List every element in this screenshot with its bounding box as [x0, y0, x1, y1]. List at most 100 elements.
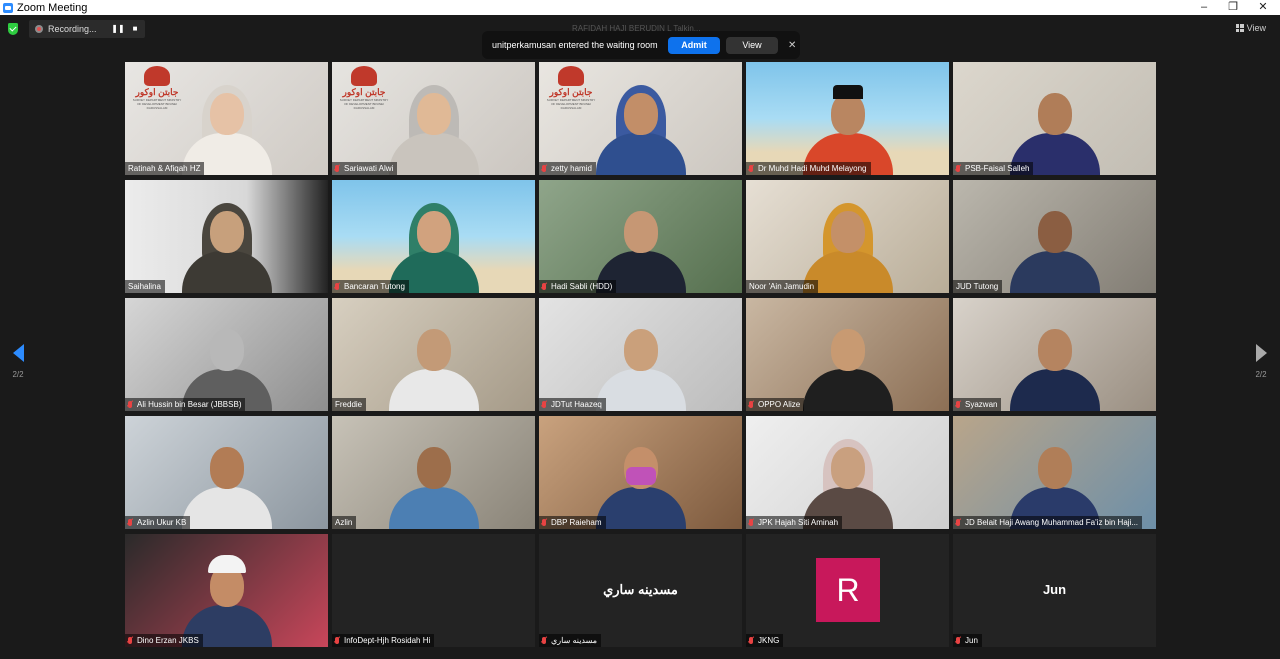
page-indicator-left: 2/2 — [12, 370, 24, 379]
participant-name-label: Hadi Sabli (HDD) — [539, 280, 617, 293]
participant-name: JKNG — [758, 636, 780, 645]
participant-name: Sariawati Alwi — [344, 164, 394, 173]
muted-mic-icon — [956, 637, 960, 644]
participant-tile[interactable]: Hadi Sabli (HDD) — [539, 180, 742, 293]
participant-tile[interactable]: جابتن اوكور SURVEY DEPARTMENT MINISTRY OF… — [125, 62, 328, 175]
department-logo: جابتن اوكور SURVEY DEPARTMENT MINISTRY OF… — [338, 66, 390, 118]
participant-name-label: Dino Erzan JKBS — [125, 634, 203, 647]
participant-name: Ali Hussin bin Besar (JBBSB) — [137, 400, 242, 409]
participant-silhouette — [802, 429, 893, 529]
participant-tile[interactable]: Ali Hussin bin Besar (JBBSB) — [125, 298, 328, 411]
participant-name: Freddie — [335, 400, 363, 409]
muted-mic-icon — [749, 401, 753, 408]
participant-silhouette — [802, 311, 893, 411]
participant-name-label: Freddie — [332, 398, 367, 411]
crest-icon — [144, 66, 170, 86]
muted-mic-icon — [335, 637, 339, 644]
participant-silhouette — [388, 193, 479, 293]
recording-label: Recording... — [48, 24, 97, 34]
next-page-button[interactable]: 2/2 — [1251, 344, 1271, 379]
participant-name: Dr Muhd Hadi Muhd Melayong — [758, 164, 867, 173]
participant-silhouette — [181, 75, 272, 175]
participant-name-label: JKNG — [746, 634, 784, 647]
participant-name: Hadi Sabli (HDD) — [551, 282, 613, 291]
participant-tile[interactable]: Saihalina — [125, 180, 328, 293]
participant-name: PSB-Faisal Salleh — [965, 164, 1030, 173]
participant-name-label: JDTut Haazeq — [539, 398, 606, 411]
muted-mic-icon — [956, 519, 960, 526]
participant-name: JPK Hajah Siti Aminah — [758, 518, 839, 527]
participant-tile[interactable]: InfoDept-Hjh Rosidah Hi — [332, 534, 535, 647]
participant-name: Azlin — [335, 518, 353, 527]
participant-name: OPPO Alize — [758, 400, 801, 409]
participant-name: Bancaran Tutong — [344, 282, 405, 291]
participant-name-label: مسدينه ساري — [539, 634, 602, 647]
participant-tile[interactable]: مسدينه ساري مسدينه ساري — [539, 534, 742, 647]
participant-tile[interactable]: Dr Muhd Hadi Muhd Melayong — [746, 62, 949, 175]
participant-tile[interactable]: Freddie — [332, 298, 535, 411]
crest-icon — [351, 66, 377, 86]
view-waiting-room-button[interactable]: View — [726, 36, 778, 54]
participant-silhouette — [595, 311, 686, 411]
muted-mic-icon — [542, 283, 546, 290]
participant-tile[interactable]: Syazwan — [953, 298, 1156, 411]
admit-button[interactable]: Admit — [668, 36, 720, 54]
participant-tile[interactable]: Jun Jun — [953, 534, 1156, 647]
participant-name-label: OPPO Alize — [746, 398, 805, 411]
participant-tile[interactable]: PSB-Faisal Salleh — [953, 62, 1156, 175]
previous-page-button[interactable]: 2/2 — [8, 344, 28, 379]
participant-tile[interactable]: JUD Tutong — [953, 180, 1156, 293]
participant-tile[interactable]: جابتن اوكور SURVEY DEPARTMENT MINISTRY OF… — [332, 62, 535, 175]
participant-tile[interactable]: JPK Hajah Siti Aminah — [746, 416, 949, 529]
participant-tile[interactable]: Noor 'Ain Jamudin — [746, 180, 949, 293]
participant-name-label: Bancaran Tutong — [332, 280, 409, 293]
participant-silhouette — [1009, 75, 1100, 175]
participant-name-label: Saihalina — [125, 280, 165, 293]
logo-arabic-text: جابتن اوكور — [342, 87, 386, 97]
participant-tile[interactable]: Bancaran Tutong — [332, 180, 535, 293]
muted-mic-icon — [749, 637, 753, 644]
muted-mic-icon — [956, 401, 960, 408]
waiting-room-notification: unitperkamusan entered the waiting room … — [482, 31, 800, 59]
participant-display-name: Jun — [1042, 582, 1067, 597]
participant-name-label: JPK Hajah Siti Aminah — [746, 516, 843, 529]
participant-silhouette — [181, 311, 272, 411]
muted-mic-icon — [335, 283, 339, 290]
close-notification-icon[interactable]: ✕ — [788, 40, 796, 51]
participant-tile[interactable]: JDTut Haazeq — [539, 298, 742, 411]
participant-tile[interactable]: JD Belait Haji Awang Muhammad Fa'iz bin … — [953, 416, 1156, 529]
minimize-button[interactable]: – — [1190, 0, 1218, 15]
participant-tile[interactable]: Azlin — [332, 416, 535, 529]
participant-name: DBP Raieham — [551, 518, 602, 527]
participant-tile[interactable]: جابتن اوكور SURVEY DEPARTMENT MINISTRY OF… — [539, 62, 742, 175]
participant-tile[interactable]: OPPO Alize — [746, 298, 949, 411]
participant-name-label: Dr Muhd Hadi Muhd Melayong — [746, 162, 871, 175]
participant-name-label: zetty hamid — [539, 162, 596, 175]
participant-tile[interactable]: Azlin Ukur KB — [125, 416, 328, 529]
maximize-button[interactable]: ❐ — [1219, 0, 1247, 15]
muted-mic-icon — [128, 637, 132, 644]
close-window-button[interactable]: ✕ — [1249, 0, 1277, 15]
participant-tile[interactable]: Dino Erzan JKBS — [125, 534, 328, 647]
stop-recording-button[interactable]: ■ — [128, 22, 142, 36]
participant-display-name: مسدينه ساري — [603, 582, 678, 597]
security-shield-icon[interactable] — [8, 23, 18, 35]
participant-tile[interactable]: DBP Raieham — [539, 416, 742, 529]
participant-tile[interactable]: R JKNG — [746, 534, 949, 647]
muted-mic-icon — [542, 165, 546, 172]
pause-recording-button[interactable]: ❚❚ — [111, 22, 125, 36]
view-toggle-button[interactable]: View — [1235, 23, 1266, 33]
waiting-room-message: unitperkamusan entered the waiting room — [492, 40, 658, 50]
window-titlebar: Zoom Meeting – ❐ ✕ — [0, 0, 1280, 15]
participant-name: JDTut Haazeq — [551, 400, 602, 409]
participant-silhouette — [1009, 429, 1100, 529]
participant-name-label: Jun — [953, 634, 982, 647]
participant-name: Dino Erzan JKBS — [137, 636, 199, 645]
recording-dot-icon — [35, 25, 43, 33]
participant-silhouette — [388, 311, 479, 411]
participant-silhouette — [595, 429, 686, 529]
muted-mic-icon — [542, 519, 546, 526]
participant-name: Ratinah & Afiqah HZ — [128, 164, 201, 173]
participant-name-label: Ali Hussin bin Besar (JBBSB) — [125, 398, 246, 411]
participant-name-label: JUD Tutong — [953, 280, 1003, 293]
